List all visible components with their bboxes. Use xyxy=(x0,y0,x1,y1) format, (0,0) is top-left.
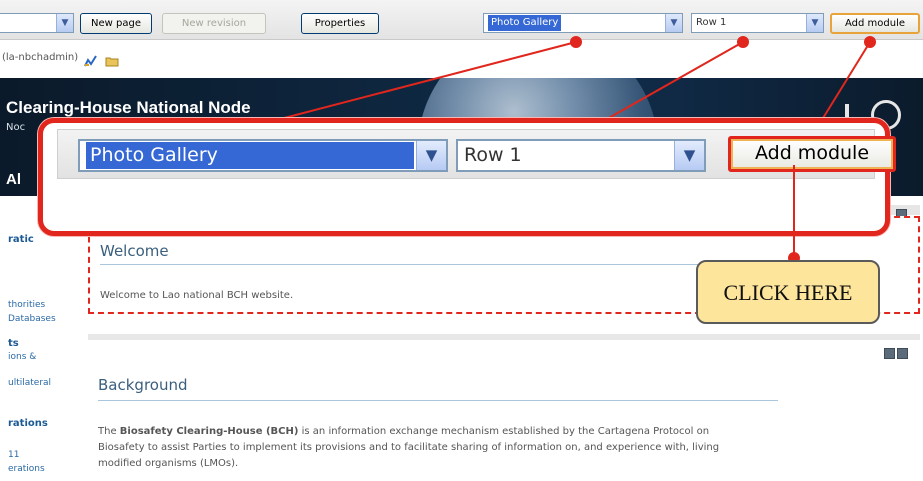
nav-item[interactable]: ts xyxy=(8,338,19,349)
nav-item[interactable]: ratic xyxy=(8,234,34,245)
background-module: Background The Biosafety Clearing-House … xyxy=(88,334,920,481)
chevron-down-icon: ▼ xyxy=(665,14,682,32)
top-toolbar: ▼ New page New revision Properties Photo… xyxy=(0,0,923,40)
banner-country: Al xyxy=(6,171,21,188)
chevron-down-icon: ▼ xyxy=(806,14,823,32)
bch-name: Biosafety Clearing-House (BCH) xyxy=(119,426,299,437)
welcome-text: Welcome to Lao national BCH website. xyxy=(100,290,294,301)
banner-subtitle: Noc xyxy=(6,122,26,133)
module-type-value: Photo Gallery xyxy=(488,15,562,31)
module-controls xyxy=(884,344,910,359)
chevron-down-icon: ▼ xyxy=(416,141,446,170)
background-text-line2: Biosafety to assist Parties to implement… xyxy=(98,442,720,453)
banner-title: Clearing-House National Node xyxy=(6,98,251,117)
divider xyxy=(100,264,700,265)
background-text-start: The xyxy=(98,426,120,437)
zoom-module-type-value: Photo Gallery xyxy=(86,142,414,169)
new-revision-button[interactable]: New revision xyxy=(162,13,266,34)
chevron-down-icon: ▼ xyxy=(674,141,704,170)
nav-item[interactable]: ions & xyxy=(8,352,36,362)
user-row: (la-nbchadmin) xyxy=(0,44,300,74)
zoom-callout: Photo Gallery ▼ Row 1 ▼ Add module xyxy=(38,118,896,236)
module-type-select[interactable]: Photo Gallery ▼ xyxy=(483,13,683,33)
zoom-row-select[interactable]: Row 1 ▼ xyxy=(456,139,706,172)
nav-item[interactable]: Databases xyxy=(8,314,56,324)
module-controls xyxy=(896,205,922,220)
nav-item[interactable]: rations xyxy=(8,418,48,429)
username-label: (la-nbchadmin) xyxy=(2,52,79,63)
zoom-row-value: Row 1 xyxy=(464,144,522,166)
edit-pencil-icon[interactable] xyxy=(84,51,98,67)
background-title: Background xyxy=(98,376,188,394)
page-select[interactable]: ▼ xyxy=(0,13,74,33)
new-page-button[interactable]: New page xyxy=(80,13,152,34)
background-text: The Biosafety Clearing-House (BCH) is an… xyxy=(98,424,908,472)
properties-button[interactable]: Properties xyxy=(301,13,379,34)
module-minimize-icon[interactable] xyxy=(884,348,895,359)
row-select[interactable]: Row 1 ▼ xyxy=(691,13,824,33)
row-value: Row 1 xyxy=(696,17,727,28)
divider xyxy=(98,400,778,401)
nav-item[interactable]: thorities xyxy=(8,300,45,310)
folder-icon[interactable] xyxy=(105,51,119,67)
left-navigation: ratic thorities Databases ts ions & ulti… xyxy=(0,196,84,481)
nav-item[interactable]: 11 xyxy=(8,450,19,460)
click-here-callout: CLICK HERE xyxy=(696,260,880,324)
nav-item[interactable]: ultilateral xyxy=(8,378,51,388)
zoom-add-module-button[interactable]: Add module xyxy=(728,136,896,172)
background-text-line3: modified organisms (LMOs). xyxy=(98,458,239,469)
zoom-module-type-select[interactable]: Photo Gallery ▼ xyxy=(78,139,448,172)
module-close-icon[interactable] xyxy=(897,348,908,359)
zoom-toolbar: Photo Gallery ▼ Row 1 ▼ Add module xyxy=(57,129,896,179)
welcome-title: Welcome xyxy=(100,242,169,260)
add-module-button[interactable]: Add module xyxy=(830,13,920,34)
nav-item[interactable]: erations xyxy=(8,464,45,474)
chevron-down-icon: ▼ xyxy=(56,14,73,32)
background-text-end: is an information exchange mechanism est… xyxy=(298,426,710,437)
